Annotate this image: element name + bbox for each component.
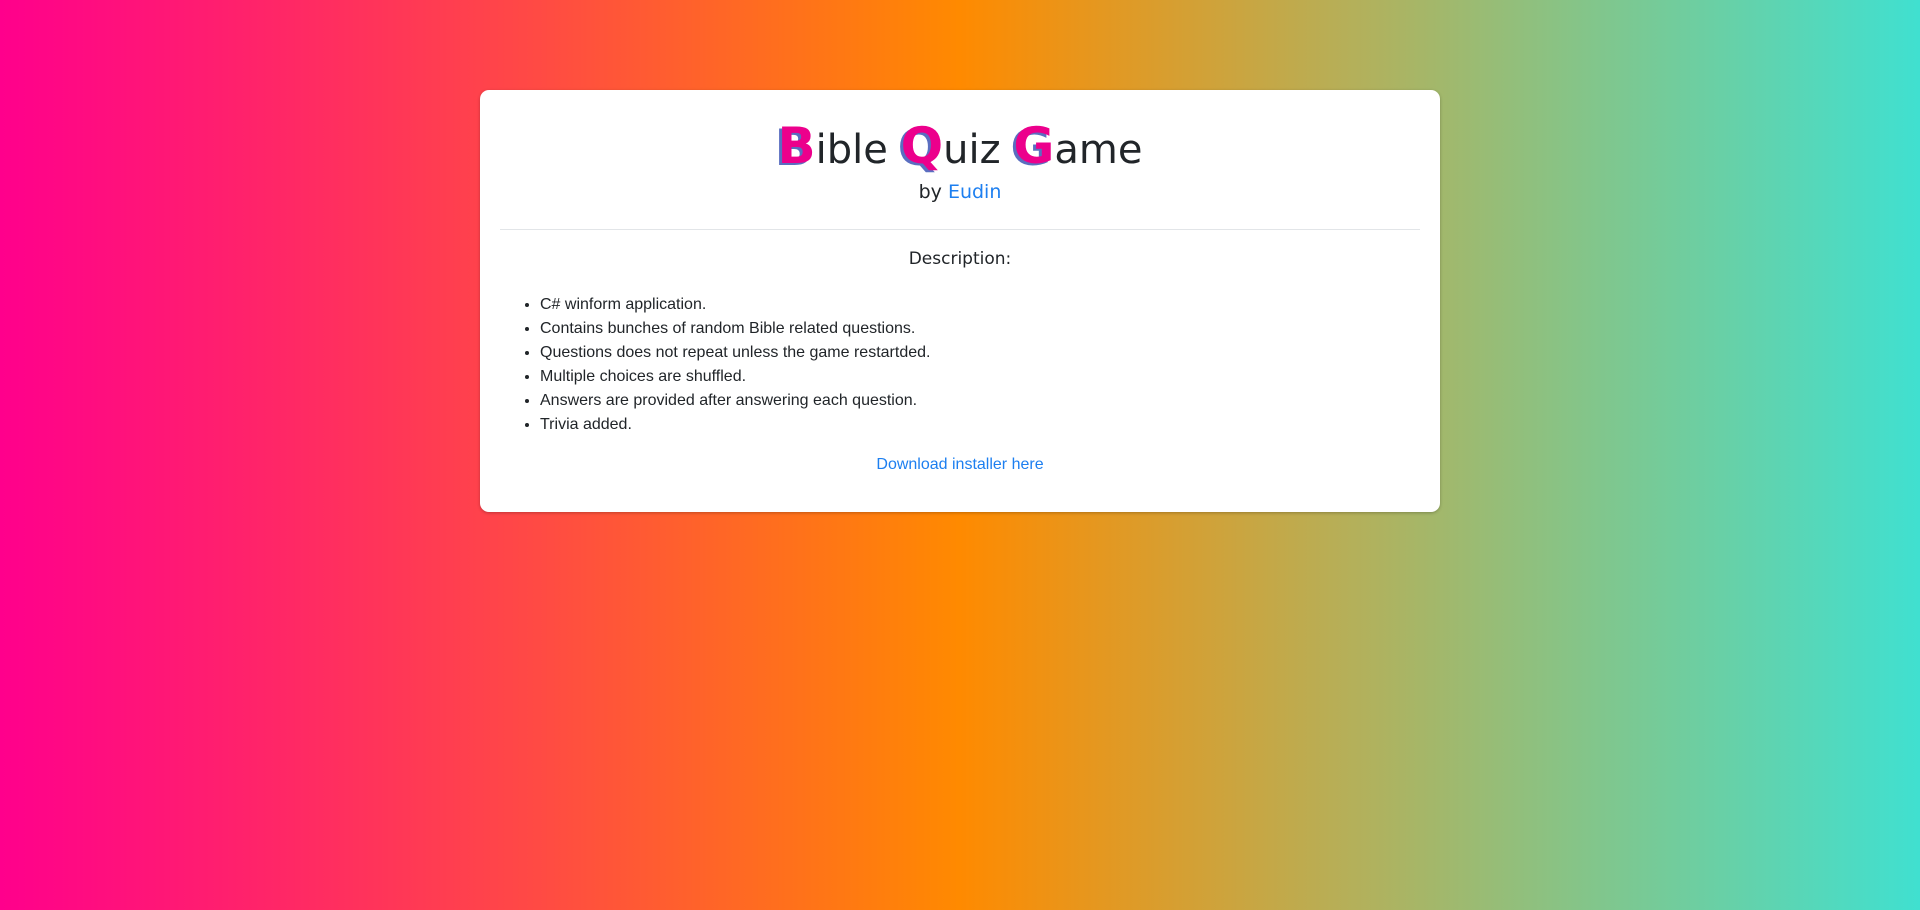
list-item: Answers are provided after answering eac… [540,389,930,413]
list-item: Multiple choices are shuffled. [540,365,930,389]
title-initial-b: B [777,117,816,175]
list-item: Contains bunches of random Bible related… [540,317,930,341]
list-item: C# winform application. [540,293,930,317]
list-item: Trivia added. [540,413,930,437]
divider [500,229,1420,230]
feature-list: C# winform application. Contains bunches… [500,293,930,437]
list-item: Questions does not repeat unless the gam… [540,341,930,365]
title-initial-g: G [1013,117,1055,175]
title-word-ible: ible [815,127,888,173]
byline-prefix: by [918,181,942,203]
author-link[interactable]: Eudin [948,181,1001,203]
description-heading: Description: [908,249,1012,269]
title-word-uiz: uiz [943,127,1001,173]
page-title: Bible Quiz Game [480,118,1440,178]
title-initial-q: Q [900,117,944,175]
author-byline: by Eudin [480,180,1440,204]
download-section: Download installer here [480,453,1440,477]
download-installer-link[interactable]: Download installer here [876,456,1043,473]
content-card: Bible Quiz Game by Eudin Description: C#… [480,90,1440,512]
title-word-ame: ame [1054,127,1143,173]
